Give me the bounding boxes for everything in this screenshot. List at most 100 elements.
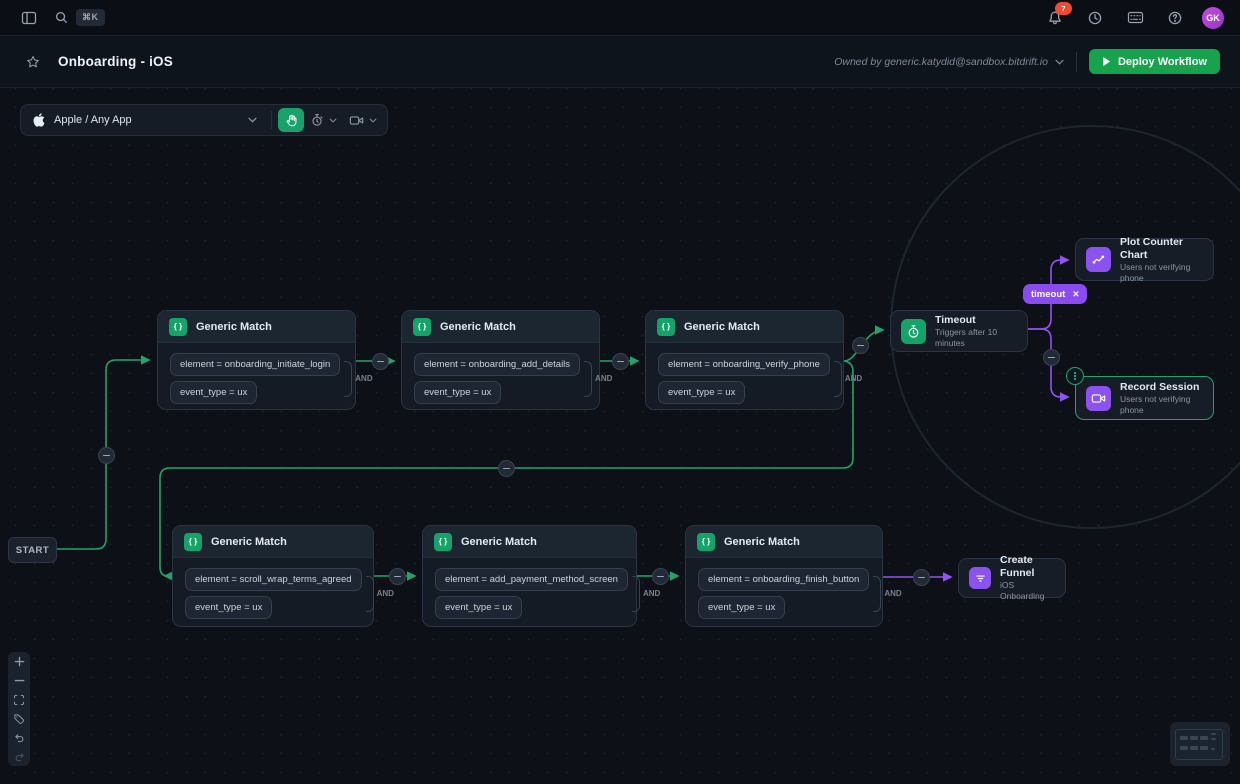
minus-icon [14, 675, 25, 686]
condition-pill[interactable]: event_type = ux [658, 381, 745, 404]
zoom-out-button[interactable] [8, 671, 30, 690]
edge-connector-button[interactable] [98, 447, 115, 464]
and-group: AND [584, 361, 612, 397]
and-group: AND [344, 361, 372, 397]
owner-dropdown[interactable]: Owned by generic.katydid@sandbox.bitdrif… [834, 56, 1064, 68]
condition-pill[interactable]: event_type = ux [435, 596, 522, 619]
app-selector-label: Apple / Any App [54, 114, 239, 126]
tag-icon [13, 713, 25, 725]
shortcuts-button[interactable] [1122, 5, 1148, 31]
condition-pill[interactable]: element = add_payment_method_screen [435, 568, 628, 591]
tag-button[interactable] [8, 709, 30, 728]
redo-button[interactable] [8, 747, 30, 766]
edge-tag-label: timeout [1031, 289, 1065, 300]
generic-match-node-4[interactable]: { } Generic Match element = scroll_wrap_… [172, 525, 374, 627]
node-header: { } Generic Match [686, 526, 882, 558]
condition-pill[interactable]: element = onboarding_verify_phone [658, 353, 830, 376]
workflow-canvas[interactable]: Apple / Any App START { } Ge [0, 88, 1240, 784]
search-shortcut-badge: ⌘K [76, 9, 105, 26]
and-bracket [584, 361, 592, 397]
edge-connector-button[interactable] [498, 460, 515, 477]
pan-tool-button[interactable] [278, 108, 304, 132]
timer-tool-button[interactable] [304, 108, 343, 132]
braces-icon: { } [184, 533, 202, 551]
plus-icon [14, 656, 25, 667]
condition-pill[interactable]: event_type = ux [414, 381, 501, 404]
and-label: AND [845, 374, 862, 383]
node-title: Generic Match [211, 536, 287, 548]
edge-tag-close-icon[interactable]: ✕ [1072, 289, 1079, 300]
edge-connector-button[interactable] [1043, 349, 1060, 366]
help-button[interactable] [1162, 5, 1188, 31]
condition-pill[interactable]: element = onboarding_initiate_login [170, 353, 340, 376]
create-funnel-node[interactable]: Create Funnel iOS Onboarding [958, 558, 1066, 598]
star-icon [26, 55, 40, 69]
undo-button[interactable] [8, 728, 30, 747]
minimap[interactable] [1170, 722, 1230, 766]
node-title: Record Session [1120, 381, 1203, 394]
node-title: Generic Match [684, 321, 760, 333]
fit-view-button[interactable] [8, 690, 30, 709]
generic-match-node-1[interactable]: { } Generic Match element = onboarding_i… [157, 310, 356, 410]
deploy-workflow-label: Deploy Workflow [1118, 56, 1207, 68]
generic-match-node-2[interactable]: { } Generic Match element = onboarding_a… [401, 310, 600, 410]
avatar[interactable]: GK [1202, 7, 1224, 29]
edge-connector-button[interactable] [612, 353, 629, 370]
generic-match-node-6[interactable]: { } Generic Match element = onboarding_f… [685, 525, 883, 627]
plot-counter-chart-node[interactable]: Plot Counter Chart Users not verifying p… [1075, 238, 1214, 281]
canvas-toolbar: Apple / Any App [20, 104, 388, 136]
notification-count-badge: 7 [1055, 2, 1072, 15]
node-header: { } Generic Match [646, 311, 843, 343]
braces-icon: { } [169, 318, 187, 336]
generic-match-node-3[interactable]: { } Generic Match element = onboarding_v… [645, 310, 844, 410]
timeout-node[interactable]: Timeout Triggers after 10 minutes [890, 310, 1028, 352]
redo-icon [13, 751, 26, 763]
record-tool-button[interactable] [343, 108, 383, 132]
app-selector-dropdown[interactable]: Apple / Any App [25, 113, 265, 127]
node-title: Generic Match [440, 321, 516, 333]
history-button[interactable] [1082, 5, 1108, 31]
node-header: { } Generic Match [158, 311, 355, 343]
undo-icon [13, 732, 26, 744]
edge-connector-button[interactable] [852, 337, 869, 354]
keyboard-icon [1127, 10, 1144, 25]
node-header: { } Generic Match [173, 526, 373, 558]
node-menu-button[interactable] [1066, 367, 1084, 385]
edge-connector-button[interactable] [372, 353, 389, 370]
and-group: AND [834, 361, 862, 397]
condition-pill[interactable]: event_type = ux [698, 596, 785, 619]
video-camera-icon [349, 114, 364, 127]
node-subtitle: iOS Onboarding [1000, 580, 1055, 602]
notifications-button[interactable]: 7 [1042, 5, 1068, 31]
condition-pill[interactable]: event_type = ux [170, 381, 257, 404]
edge-connector-button[interactable] [652, 568, 669, 585]
divider [1076, 52, 1077, 72]
timeout-edge-tag[interactable]: timeout ✕ [1023, 284, 1087, 304]
node-subtitle: Triggers after 10 minutes [935, 327, 1017, 349]
zoom-in-button[interactable] [8, 652, 30, 671]
deploy-workflow-button[interactable]: Deploy Workflow [1089, 49, 1220, 74]
braces-icon: { } [434, 533, 452, 551]
start-node[interactable]: START [8, 537, 57, 563]
condition-pill[interactable]: element = onboarding_add_details [414, 353, 580, 376]
edge-connector-button[interactable] [913, 569, 930, 586]
favorite-button[interactable] [20, 49, 46, 75]
and-label: AND [884, 589, 901, 598]
condition-pill[interactable]: event_type = ux [185, 596, 272, 619]
edge-connector-button[interactable] [389, 568, 406, 585]
sidebar-toggle-button[interactable] [16, 5, 42, 31]
generic-match-node-5[interactable]: { } Generic Match element = add_payment_… [422, 525, 637, 627]
funnel-icon [969, 567, 991, 589]
node-title: Create Funnel [1000, 554, 1055, 580]
owner-label: Owned by generic.katydid@sandbox.bitdrif… [834, 56, 1048, 68]
chevron-down-icon [369, 118, 377, 123]
and-label: AND [355, 374, 372, 383]
chevron-down-icon [248, 117, 257, 123]
node-title: Generic Match [196, 321, 272, 333]
condition-pill[interactable]: element = scroll_wrap_terms_agreed [185, 568, 362, 591]
record-session-node[interactable]: Record Session Users not verifying phone [1075, 376, 1214, 420]
condition-pill[interactable]: element = onboarding_finish_button [698, 568, 869, 591]
and-label: AND [643, 589, 660, 598]
hand-icon [285, 114, 298, 127]
search-button[interactable]: ⌘K [52, 5, 107, 31]
